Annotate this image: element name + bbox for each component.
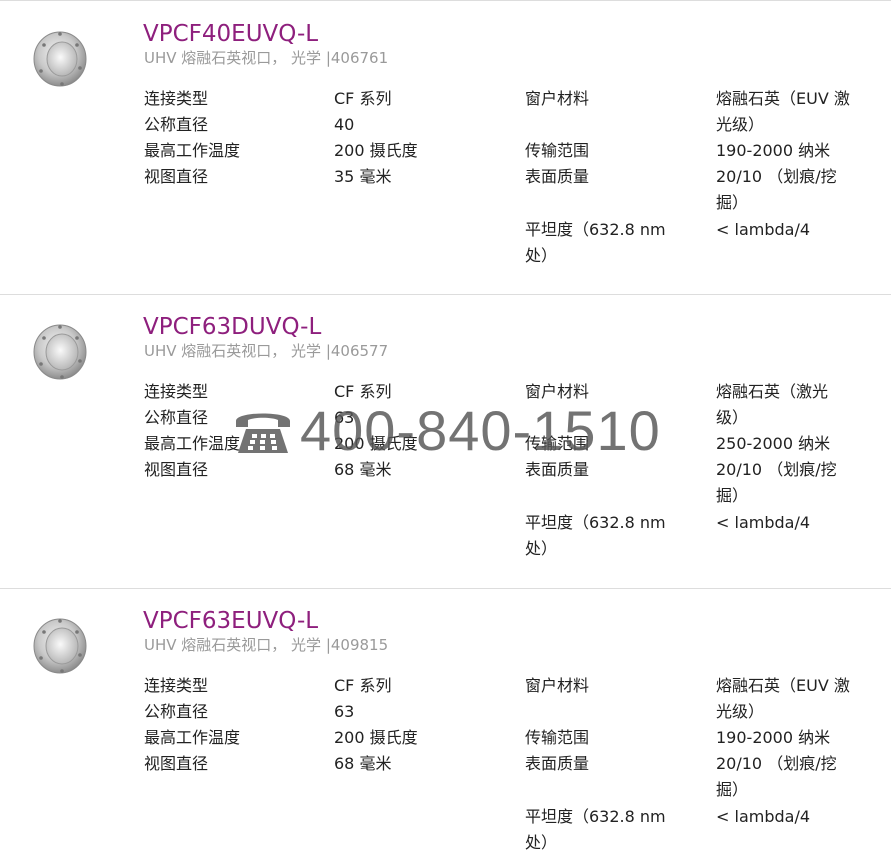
spec-value-transmission-range: 190-2000 纳米 — [716, 728, 831, 747]
spec-value-nominal-diameter: 40 — [334, 115, 355, 134]
spec-label-window-material: 窗户材料 — [525, 676, 590, 695]
viewport-flange-image[interactable] — [22, 610, 102, 678]
product-list-page: VPCF40EUVQ-L UHV 熔融石英视口， 光学 |406761 连接类型… — [0, 0, 891, 861]
spec-value-surface-quality-cont: 掘） — [716, 780, 749, 799]
spec-label-transmission-range: 传输范围 — [525, 141, 590, 160]
viewport-flange-image[interactable] — [22, 23, 102, 91]
product-subtitle: UHV 熔融石英视口， 光学 |409815 — [144, 636, 389, 654]
spec-label-transmission-range: 传输范围 — [525, 728, 590, 747]
spec-value-surface-quality-cont: 掘） — [716, 486, 749, 505]
spec-label-window-material: 窗户材料 — [525, 89, 590, 108]
spec-label-flatness-cont: 处） — [525, 246, 558, 265]
spec-label-max-temp: 最高工作温度 — [144, 434, 241, 453]
spec-value-max-temp: 200 摄氏度 — [334, 728, 418, 747]
spec-value-surface-quality: 20/10 （划痕/挖 — [716, 167, 837, 186]
phone-number: 400-840-1510 — [300, 399, 661, 462]
spec-value-view-diameter: 35 毫米 — [334, 167, 392, 186]
spec-label-view-diameter: 视图直径 — [144, 754, 209, 773]
spec-value-window-material-cont: 级） — [716, 408, 749, 427]
spec-value-surface-quality: 20/10 （划痕/挖 — [716, 754, 837, 773]
spec-value-connection-type: CF 系列 — [334, 676, 392, 695]
spec-value-max-temp: 200 摄氏度 — [334, 141, 418, 160]
spec-label-max-temp: 最高工作温度 — [144, 141, 241, 160]
spec-label-connection-type: 连接类型 — [144, 89, 209, 108]
product-title-link[interactable]: VPCF63DUVQ-L — [143, 312, 321, 342]
product-subtitle: UHV 熔融石英视口， 光学 |406761 — [144, 49, 389, 67]
spec-value-window-material: 熔融石英（EUV 激 — [716, 89, 850, 108]
spec-value-view-diameter: 68 毫米 — [334, 754, 392, 773]
spec-value-surface-quality-cont: 掘） — [716, 193, 749, 212]
spec-value-window-material-cont: 光级） — [716, 702, 765, 721]
spec-label-flatness: 平坦度（632.8 nm — [525, 220, 666, 239]
spec-value-connection-type: CF 系列 — [334, 89, 392, 108]
spec-label-nominal-diameter: 公称直径 — [144, 408, 209, 427]
spec-label-surface-quality: 表面质量 — [525, 167, 590, 186]
product-card: VPCF63EUVQ-L UHV 熔融石英视口， 光学 |409815 连接类型… — [0, 606, 891, 861]
spec-value-flatness: < lambda/4 — [716, 513, 811, 532]
separator — [0, 294, 891, 295]
spec-value-flatness: < lambda/4 — [716, 220, 811, 239]
spec-value-flatness: < lambda/4 — [716, 807, 811, 826]
spec-value-window-material: 熔融石英（激光 — [716, 382, 829, 401]
spec-value-window-material-cont: 光级） — [716, 115, 765, 134]
phone-watermark: 400-840-1510 — [232, 397, 672, 465]
spec-label-nominal-diameter: 公称直径 — [144, 115, 209, 134]
separator — [0, 0, 891, 1]
spec-value-transmission-range: 250-2000 纳米 — [716, 434, 831, 453]
product-subtitle: UHV 熔融石英视口， 光学 |406577 — [144, 342, 389, 360]
spec-label-flatness: 平坦度（632.8 nm — [525, 513, 666, 532]
product-card: VPCF40EUVQ-L UHV 熔融石英视口， 光学 |406761 连接类型… — [0, 19, 891, 293]
separator — [0, 588, 891, 589]
spec-value-surface-quality: 20/10 （划痕/挖 — [716, 460, 837, 479]
spec-label-nominal-diameter: 公称直径 — [144, 702, 209, 721]
spec-label-view-diameter: 视图直径 — [144, 167, 209, 186]
spec-label-max-temp: 最高工作温度 — [144, 728, 241, 747]
spec-label-connection-type: 连接类型 — [144, 382, 209, 401]
product-title-link[interactable]: VPCF40EUVQ-L — [143, 19, 318, 49]
spec-label-connection-type: 连接类型 — [144, 676, 209, 695]
spec-label-flatness-cont: 处） — [525, 833, 558, 852]
spec-value-window-material: 熔融石英（EUV 激 — [716, 676, 850, 695]
product-title-link[interactable]: VPCF63EUVQ-L — [143, 606, 318, 636]
spec-label-surface-quality: 表面质量 — [525, 754, 590, 773]
spec-label-flatness: 平坦度（632.8 nm — [525, 807, 666, 826]
spec-label-flatness-cont: 处） — [525, 539, 558, 558]
spec-value-transmission-range: 190-2000 纳米 — [716, 141, 831, 160]
spec-value-nominal-diameter: 63 — [334, 702, 355, 721]
viewport-flange-image[interactable] — [22, 316, 102, 384]
telephone-icon — [236, 413, 290, 453]
spec-label-view-diameter: 视图直径 — [144, 460, 209, 479]
